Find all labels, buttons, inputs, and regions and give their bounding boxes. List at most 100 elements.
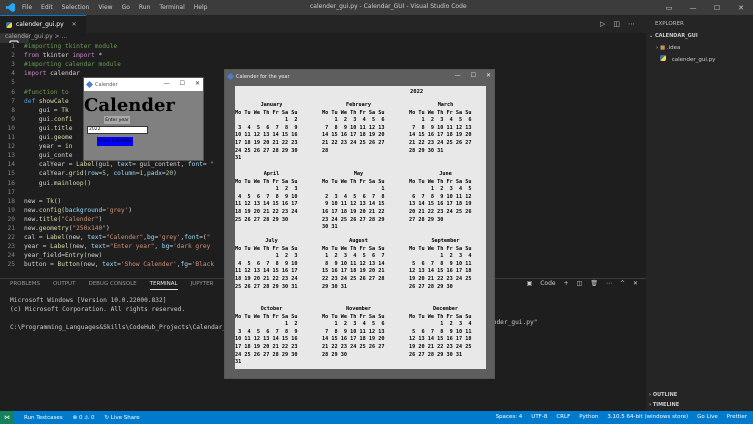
- code-line[interactable]: 12 year = in: [0, 143, 73, 152]
- timeline-section[interactable]: › TIMELINE: [649, 402, 679, 408]
- code-line[interactable]: 2 from tkinter import *: [0, 52, 102, 61]
- status-item[interactable]: CRLF: [556, 414, 570, 420]
- remote-icon[interactable]: ⋈: [0, 411, 14, 424]
- panel-tab-terminal[interactable]: TERMINAL: [149, 281, 178, 290]
- status-item[interactable]: Spaces: 4: [496, 414, 523, 420]
- status-item[interactable]: Prettier: [727, 414, 747, 420]
- tk-calendar-year-window: Calender for the year — ☐ ✕ 2022 January…: [224, 69, 495, 379]
- layout-icon[interactable]: ▭: [657, 0, 681, 15]
- menu-item-file[interactable]: File: [22, 4, 32, 11]
- menu-item-terminal[interactable]: Terminal: [159, 4, 184, 11]
- code-line[interactable]: 23 year = Label(new, text="Enter year", b…: [0, 243, 211, 252]
- maximize-panel-icon[interactable]: ^: [620, 280, 625, 287]
- code-line[interactable]: 21 new.geometry("250x140"): [0, 225, 110, 234]
- code-line[interactable]: 5: [0, 79, 24, 88]
- line-number: 21: [7, 225, 15, 232]
- terminal-tail: ender_gui.py": [489, 319, 538, 326]
- panel-tab-problems[interactable]: PROBLEMS: [10, 281, 40, 290]
- code-text: #function to: [24, 88, 69, 96]
- code-line[interactable]: 11 gui.geome: [0, 134, 73, 143]
- code-line[interactable]: 4 import calendar: [0, 70, 80, 79]
- code-line[interactable]: 13 gui_conte: [0, 152, 73, 161]
- code-line[interactable]: 15 calYear.grid(row=5, column=1,padx=20): [0, 170, 177, 179]
- code-line[interactable]: 18 new = Tk(): [0, 198, 62, 207]
- code-line[interactable]: 1 #importing tkinter module: [0, 43, 117, 52]
- more-icon[interactable]: ⋯: [606, 280, 612, 287]
- tab-calender-gui[interactable]: calender_gui.py ✕: [0, 15, 86, 33]
- chevron-down-icon: ⌄: [649, 33, 654, 39]
- status-run-testcases[interactable]: Run Testcases: [24, 415, 63, 421]
- menu-item-help[interactable]: Help: [194, 4, 208, 11]
- panel-tab-debug-console[interactable]: DEBUG CONSOLE: [88, 281, 136, 290]
- panel-tab-jupyter[interactable]: JUPYTER: [191, 281, 214, 290]
- code-line[interactable]: 17: [0, 189, 24, 198]
- tk-minimize-button[interactable]: —: [164, 80, 170, 87]
- explorer-item-calender-gui[interactable]: calender_gui.py: [660, 55, 715, 63]
- menu-item-view[interactable]: View: [98, 4, 112, 11]
- outline-section[interactable]: › OUTLINE: [649, 392, 677, 398]
- code-text: year_field=Entry(new): [24, 252, 103, 260]
- menu-item-edit[interactable]: Edit: [41, 4, 53, 11]
- line-number: 4: [11, 70, 15, 78]
- tk-close-button[interactable]: ✕: [195, 80, 200, 87]
- maximize-button[interactable]: ☐: [705, 0, 729, 15]
- status-item[interactable]: Python: [579, 414, 598, 420]
- month-days: Mo Tu We Th Fr Sa Su 1 2 3 4 5 6 7 8 9 1…: [409, 109, 472, 154]
- tk-year-titlebar: Calender for the year — ☐ ✕: [225, 70, 494, 83]
- trash-icon[interactable]: 🗑: [590, 280, 598, 287]
- code-line[interactable]: 6 #function to: [0, 88, 69, 98]
- code-line[interactable]: 3 #importing calendar module: [0, 61, 121, 70]
- code-text: gui = Tk: [24, 106, 69, 114]
- split-terminal-icon[interactable]: ◫: [577, 280, 583, 287]
- tk-year-minimize-button[interactable]: —: [455, 72, 461, 79]
- month-name: January: [260, 102, 283, 108]
- close-tab-icon[interactable]: ✕: [72, 21, 77, 28]
- code-line[interactable]: 14 calYear = Label(gui, text= gui_conten…: [0, 161, 215, 170]
- status-item[interactable]: 3.10.5 64-bit (windows store): [607, 414, 688, 420]
- run-file-icon[interactable]: ▷: [600, 20, 605, 28]
- explorer-sidebar: EXPLORER ⌄ CALENDAR_GUI › ■ .idea calend…: [646, 15, 753, 411]
- tk-maximize-button[interactable]: ☐: [180, 80, 185, 87]
- code-line[interactable]: 10 gui.title: [0, 125, 73, 134]
- menu-item-run[interactable]: Run: [139, 4, 151, 11]
- code-line[interactable]: 22 cal = Label(new, text="Calender",bg='g…: [0, 234, 211, 243]
- code-line[interactable]: 16 gui.mainloop(): [0, 180, 92, 189]
- close-button[interactable]: ✕: [729, 0, 753, 15]
- code-line[interactable]: 25 button = Button(new, text='Show Calend…: [0, 261, 215, 270]
- year-entry[interactable]: 2022: [87, 126, 148, 134]
- menu-item-go[interactable]: Go: [122, 4, 130, 11]
- minimize-button[interactable]: —: [681, 0, 705, 15]
- code-line[interactable]: 8 gui = Tk: [0, 106, 69, 116]
- month-days: Mo Tu We Th Fr Sa Su 1 2 3 4 5 6 7 8 9 1…: [235, 313, 298, 366]
- code-line[interactable]: 9 gui.confi: [0, 116, 72, 125]
- panel-tab-output[interactable]: OUTPUT: [53, 281, 75, 290]
- explorer-item-idea[interactable]: › ■ .idea: [656, 45, 680, 51]
- status-item[interactable]: Go Live: [697, 414, 718, 420]
- status-live-share[interactable]: ↻ Live Share: [104, 415, 139, 421]
- python-file-icon: [6, 21, 12, 28]
- code-line[interactable]: 24 year_field=Entry(new): [0, 252, 103, 261]
- shell-name[interactable]: Code: [540, 280, 555, 287]
- month-days: Mo Tu We Th Fr Sa Su 1 2 3 4 5 6 7 8 9 1…: [235, 245, 298, 290]
- folder-row[interactable]: ⌄ CALENDAR_GUI: [649, 33, 698, 39]
- status-errors[interactable]: ⊗ 0 ⚠ 0: [73, 415, 95, 421]
- more-actions-icon[interactable]: ⋯: [628, 20, 635, 28]
- new-terminal-icon[interactable]: +: [564, 280, 569, 287]
- close-panel-icon[interactable]: ✕: [633, 280, 638, 287]
- menu-bar: File Edit Selection View Go Run Terminal Help: [22, 4, 207, 11]
- show-calender-button[interactable]: Show Calender: [97, 137, 133, 146]
- month-september: September Mo Tu We Th Fr Sa Su 1 2 3 4 5 …: [409, 238, 482, 291]
- month-days: Mo Tu We Th Fr Sa Su 1 2 3 4 5 6 7 8 9 1…: [322, 178, 385, 231]
- menu-item-selection[interactable]: Selection: [62, 4, 90, 11]
- code-line[interactable]: 7 def showCale: [0, 98, 68, 107]
- status-right: Spaces: 4 UTF-8 CRLF Python 3.10.5 64-bit (w…: [496, 414, 747, 420]
- breadcrumb[interactable]: calender_gui.py > ...: [0, 33, 646, 43]
- status-item[interactable]: UTF-8: [531, 414, 547, 420]
- terminal-output[interactable]: Microsoft Windows [Version 10.0.22000.83…: [10, 296, 237, 332]
- tk-year-maximize-button[interactable]: ☐: [471, 72, 476, 79]
- split-editor-icon[interactable]: ◫: [613, 20, 620, 28]
- code-line[interactable]: 20 new.title("Calender"): [0, 216, 103, 225]
- code-line[interactable]: 19 new.config(background='grey'): [0, 207, 133, 216]
- tk-year-close-button[interactable]: ✕: [486, 72, 491, 79]
